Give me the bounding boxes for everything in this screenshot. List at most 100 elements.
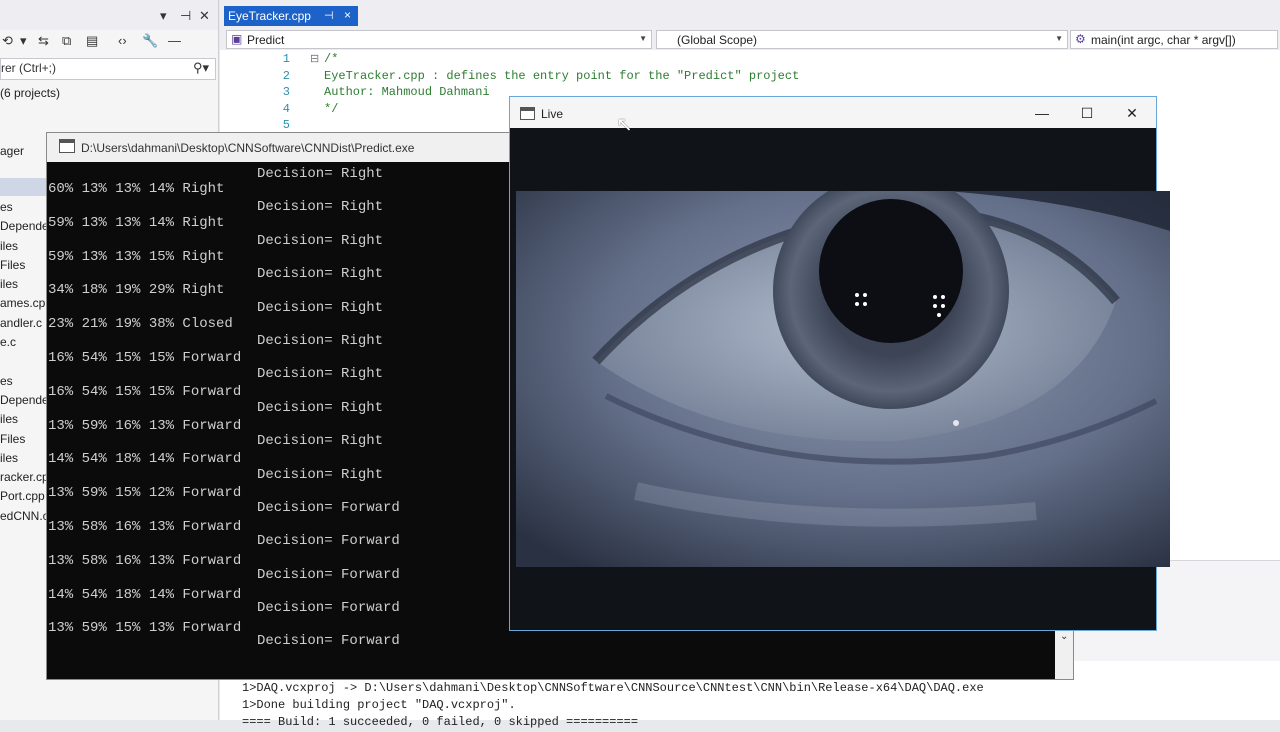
line-number: 4 <box>282 101 290 116</box>
tree-item[interactable]: es <box>0 198 49 217</box>
search-icon[interactable]: ⚲▾ <box>193 60 209 76</box>
decision-line: Decision= Forward <box>257 600 400 617</box>
tab-eyetracker-cpp[interactable]: EyeTracker.cpp ⊣ × <box>224 6 358 26</box>
decision-output: Decision= Right Decision= Right Decision= … <box>257 166 400 667</box>
minus-icon[interactable]: — <box>168 33 181 48</box>
decision-line: Decision= Forward <box>257 566 400 583</box>
line-number: 2 <box>282 68 290 83</box>
line-number-gutter: 12345 <box>250 52 290 135</box>
dropdown-arrow-icon: ▼ <box>1055 34 1063 43</box>
eye-camera-image <box>516 191 1170 567</box>
method-icon: ⚙ <box>1075 32 1086 46</box>
properties-icon[interactable]: 🔧 <box>142 33 158 49</box>
tree-item[interactable]: Depende <box>0 217 49 236</box>
probability-line: 34% 18% 19% 29% Right <box>48 282 225 299</box>
solution-projects-count[interactable]: (6 projects) <box>0 86 60 100</box>
dropdown-arrow-icon[interactable]: ▾ <box>20 33 27 49</box>
decision-line: Decision= Right <box>257 266 384 283</box>
project-dropdown[interactable]: ▣ Predict ▼ <box>226 30 652 49</box>
manager-tab-label[interactable]: ager <box>0 144 24 158</box>
tree-item[interactable]: Files <box>0 430 49 449</box>
decision-line: Decision= Right <box>257 166 384 182</box>
tree-item[interactable]: es <box>0 372 49 391</box>
collapse-all-icon[interactable]: ⧉ <box>62 33 71 49</box>
probability-line: 13% 59% 15% 13% Forward <box>48 620 242 637</box>
tree-selection-highlight <box>0 178 46 196</box>
probability-line: 13% 59% 16% 13% Forward <box>48 417 242 434</box>
code-line: EyeTracker.cpp : defines the entry point… <box>324 68 800 83</box>
console-title: D:\Users\dahmani\Desktop\CNNSoftware\CNN… <box>81 141 415 155</box>
scroll-down-icon[interactable]: ⌄ <box>1060 631 1068 642</box>
tree-item[interactable]: iles <box>0 237 49 256</box>
dropdown-arrow-icon: ▼ <box>639 34 647 43</box>
show-all-files-icon[interactable]: ▤ <box>86 33 98 49</box>
live-title: Live <box>541 107 564 121</box>
solution-explorer-toolbar: ⟲ ▾ ⇆ ⧉ ▤ ‹› 🔧 — <box>0 33 218 53</box>
tree-item[interactable]: edCNN.c <box>0 507 49 526</box>
live-title-bar[interactable]: Live — ☐ ✕ ↖ <box>510 97 1156 136</box>
member-dropdown[interactable]: ⚙ main(int argc, char * argv[]) <box>1070 30 1278 49</box>
console-window-icon <box>59 139 75 153</box>
sync-icon[interactable]: ⇆ <box>38 33 49 49</box>
probability-line: 14% 54% 18% 14% Forward <box>48 586 242 603</box>
probability-line: 13% 59% 15% 12% Forward <box>48 485 242 502</box>
line-number: 1 <box>282 52 290 66</box>
probability-line: 16% 54% 15% 15% Forward <box>48 383 242 400</box>
probability-line: 59% 13% 13% 15% Right <box>48 248 225 265</box>
navigation-bar: ▣ Predict ▼ (Global Scope) ▼ ⚙ main(int … <box>220 28 1280 50</box>
decision-line: Decision= Right <box>257 299 384 316</box>
decision-line: Decision= Right <box>257 466 384 483</box>
decision-line: Decision= Forward <box>257 499 400 516</box>
pin-icon[interactable]: ⊣ <box>180 8 191 24</box>
cursor-icon: ↖ <box>616 114 633 136</box>
code-view-icon[interactable]: ‹› <box>118 33 127 48</box>
tree-item[interactable]: e.c <box>0 333 49 352</box>
decision-line: Decision= Right <box>257 366 384 383</box>
decision-line: Decision= Right <box>257 399 384 416</box>
history-icon[interactable]: ⟲ <box>2 33 13 49</box>
tree-item[interactable]: Files <box>0 256 49 275</box>
close-icon[interactable]: ✕ <box>199 8 210 24</box>
code-line: /* <box>324 52 339 66</box>
solution-search-box[interactable]: rer (Ctrl+;) ⚲▾ <box>0 58 216 80</box>
decision-line: Decision= Forward <box>257 533 400 550</box>
probability-line: 13% 58% 16% 13% Forward <box>48 552 242 569</box>
tree-item[interactable]: Port.cpp <box>0 487 49 506</box>
tree-item[interactable]: iles <box>0 275 49 294</box>
fold-toggle-icon[interactable]: ⊟ <box>310 52 319 65</box>
decision-line: Decision= Right <box>257 332 384 349</box>
probability-line: 16% 54% 15% 15% Forward <box>48 349 242 366</box>
output-line: 1>DAQ.vcxproj -> D:\Users\dahmani\Deskto… <box>242 681 984 695</box>
maximize-button[interactable]: ☐ <box>1065 100 1109 126</box>
project-dropdown-value: Predict <box>247 33 285 47</box>
tree-item[interactable]: ames.cp <box>0 294 49 313</box>
probability-line: 59% 13% 13% 14% Right <box>48 214 225 231</box>
document-tab-strip: EyeTracker.cpp ⊣ × <box>220 0 1280 28</box>
tree-item[interactable]: racker.cp <box>0 468 49 487</box>
tree-item[interactable]: Depende <box>0 391 49 410</box>
class-probabilities-output: 60% 13% 13% 14% Right 59% 13% 13% 14% Rig… <box>48 181 241 654</box>
tree-item[interactable]: andler.c <box>0 314 49 333</box>
search-placeholder: rer (Ctrl+;) <box>1 61 56 75</box>
close-icon[interactable]: × <box>344 8 351 22</box>
minimize-button[interactable]: — <box>1020 100 1064 126</box>
decision-line: Decision= Right <box>257 232 384 249</box>
pin-icon[interactable]: ⊣ <box>324 9 334 22</box>
scope-dropdown-value: (Global Scope) <box>677 33 758 47</box>
live-window[interactable]: Live — ☐ ✕ ↖ <box>509 96 1170 631</box>
output-line: 1>Done building project "DAQ.vcxproj". <box>242 698 516 712</box>
tree-item[interactable]: iles <box>0 410 49 429</box>
decision-line: Decision= Forward <box>257 633 400 650</box>
dropdown-arrow-icon[interactable]: ▾ <box>160 8 167 24</box>
probability-line: 13% 58% 16% 13% Forward <box>48 518 242 535</box>
decision-line: Decision= Right <box>257 199 384 216</box>
line-number: 3 <box>282 85 290 100</box>
probability-line: 60% 13% 13% 14% Right <box>48 181 225 197</box>
output-line: ==== Build: 1 succeeded, 0 failed, 0 ski… <box>242 715 639 729</box>
solution-tree: es Depende iles Files iles ames.cp andler.c e.c… <box>0 198 49 526</box>
tree-item[interactable]: iles <box>0 449 49 468</box>
tree-item[interactable] <box>0 352 49 371</box>
probability-line: 23% 21% 19% 38% Closed <box>48 316 233 333</box>
scope-dropdown[interactable]: (Global Scope) ▼ <box>656 30 1068 49</box>
close-button[interactable]: ✕ <box>1110 100 1154 126</box>
